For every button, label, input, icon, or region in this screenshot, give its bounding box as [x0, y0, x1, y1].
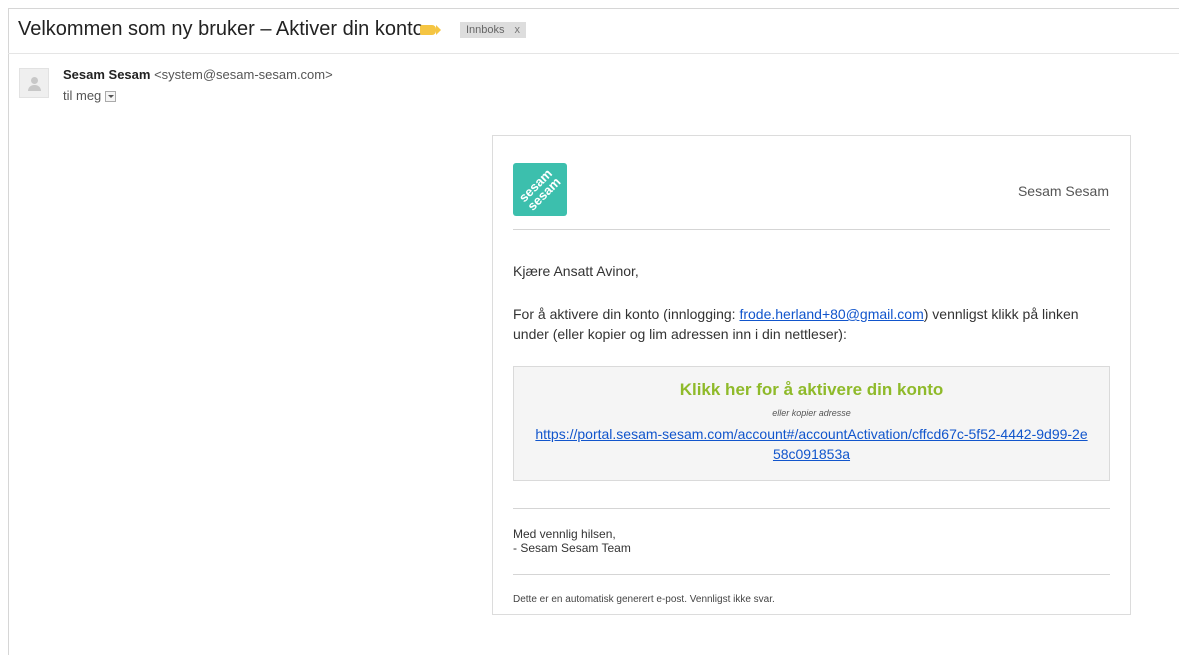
signoff-line-2: - Sesam Sesam Team: [513, 541, 631, 555]
recipient-text: til meg: [63, 88, 102, 103]
message-subject: Velkommen som ny bruker – Aktiver din ko…: [18, 18, 424, 40]
copy-address-hint: eller kopier adresse: [772, 408, 851, 418]
activate-account-link[interactable]: Klikk her for å aktivere din konto: [514, 380, 1109, 400]
avatar-head-icon: [31, 77, 38, 84]
instruction-paragraph: For å aktivere din konto (innlogging: fr…: [513, 304, 1109, 344]
signoff-line-1: Med vennlig hilsen,: [513, 527, 616, 541]
sender-name[interactable]: Sesam Sesam: [63, 67, 150, 82]
sender-avatar: [19, 68, 49, 98]
footer-divider: [513, 574, 1110, 575]
sender-email: <system@sesam-sesam.com>: [154, 67, 333, 82]
sender-line: Sesam Sesam <system@sesam-sesam.com>: [63, 67, 333, 82]
inbox-label-text: Innboks: [466, 24, 505, 36]
brand-name: Sesam Sesam: [1017, 183, 1109, 199]
login-email-link[interactable]: frode.herland+80@gmail.com: [739, 306, 923, 322]
recipient-line: til meg: [63, 88, 117, 103]
body-divider: [513, 508, 1110, 509]
important-label-icon[interactable]: [420, 25, 441, 35]
instruction-prefix: For å aktivere din konto (innlogging:: [513, 306, 740, 322]
inbox-label-chip[interactable]: Innboks x: [460, 22, 527, 38]
header-divider: [513, 229, 1110, 230]
email-body-card: sesam sesam Sesam Sesam Kjære Ansatt Avi…: [492, 135, 1131, 615]
signoff: Med vennlig hilsen, - Sesam Sesam Team: [513, 527, 631, 555]
sesam-logo-icon: sesam sesam: [516, 166, 564, 214]
recipient-details-dropdown-icon[interactable]: [105, 91, 117, 102]
sesam-logo: sesam sesam: [513, 163, 567, 216]
remove-label-button[interactable]: x: [515, 24, 521, 36]
avatar-body-icon: [28, 85, 41, 91]
greeting: Kjære Ansatt Avinor,: [513, 263, 639, 279]
activation-url-link[interactable]: https://portal.sesam-sesam.com/account#/…: [534, 424, 1089, 464]
footer-note: Dette er en automatisk generert e-post. …: [513, 594, 775, 605]
subject-bar: Velkommen som ny bruker – Aktiver din ko…: [8, 8, 1179, 54]
activation-box: Klikk her for å aktivere din konto eller…: [513, 366, 1110, 481]
